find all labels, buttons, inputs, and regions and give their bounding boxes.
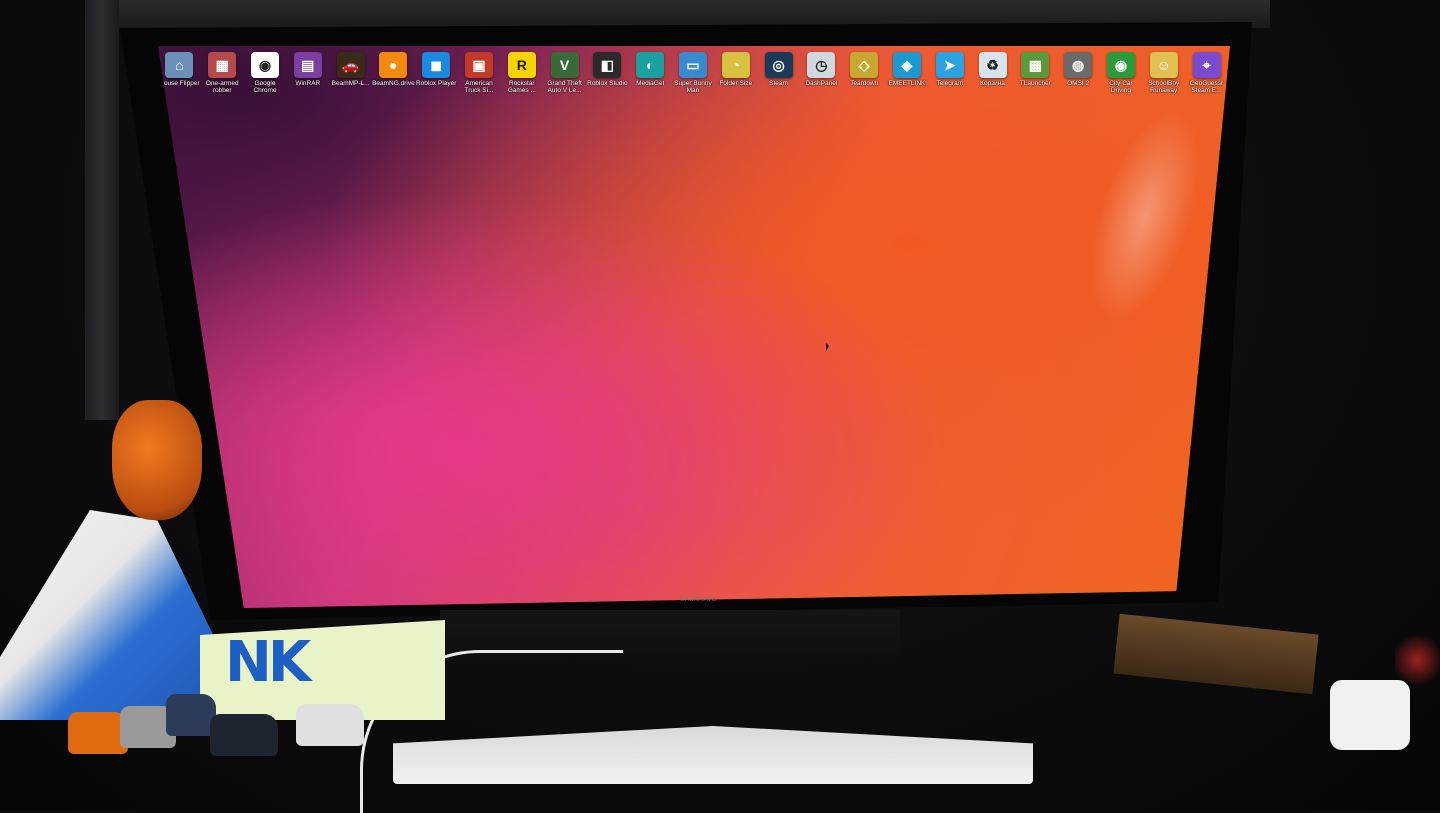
desktop-shortcut-label: Super Bunny Man <box>674 80 712 94</box>
desktop-shortcut-label: Rockstar Games ... <box>507 80 536 94</box>
mediaget-icon: ◐ <box>636 52 665 78</box>
geoguessr-icon: ⌖ <box>1192 52 1221 78</box>
desktop-shortcut-label: City Car Driving <box>1109 80 1133 94</box>
telegram-icon: ➤ <box>935 52 964 78</box>
super-bunny-man-icon: ▭ <box>678 52 707 78</box>
red-light <box>1395 630 1440 690</box>
one-armed-robber-icon: ▦ <box>208 52 237 78</box>
desktop-shortcut-label: Steam <box>769 80 788 87</box>
toy-car-navy <box>166 694 216 736</box>
desktop-shortcut-label: One-armed robber <box>205 80 239 94</box>
beamng-icon: ● <box>379 52 408 78</box>
desktop-shortcut-label: BeamMP-L... <box>331 80 370 87</box>
winrar-icon: ▤ <box>293 52 322 78</box>
desktop-shortcut[interactable]: ● BeamNG.drive <box>372 52 415 112</box>
teardown-icon: ◇ <box>850 52 879 78</box>
desktop-shortcut-label: Folder Size <box>719 80 753 87</box>
schoolboy-runaway-icon: ☺ <box>1149 52 1178 78</box>
desktop-shortcut[interactable]: ◍ OMSI 2 <box>1057 52 1100 112</box>
desktop-shortcut[interactable]: ▩ TLauncher <box>1014 52 1057 112</box>
toy-car-black <box>210 714 278 756</box>
desktop-shortcut[interactable]: ◧ Roblox Studio <box>586 52 629 112</box>
gta5-icon: V <box>550 52 579 78</box>
desktop-shortcut-label: Teardown <box>850 80 879 87</box>
desktop-screen[interactable]: ⌂ House Flipper ▦ One-armed robber ◉ Google C… <box>158 46 1230 608</box>
chrome-icon: ◉ <box>250 52 279 78</box>
desktop-shortcut[interactable]: R Rockstar Games ... <box>500 52 543 112</box>
desktop-shortcut-label: Telegram <box>936 80 964 87</box>
desktop-shortcut-label: Roblox Player <box>415 80 457 87</box>
screen-glare <box>1068 97 1222 335</box>
desktop-shortcut-label: MediaGet <box>636 80 665 87</box>
house-flipper-icon: ⌂ <box>165 52 194 78</box>
desktop-shortcut-label: American Truck Si... <box>464 80 494 94</box>
emeetlink-icon: ◈ <box>892 52 921 78</box>
desktop-icon-row: ⌂ House Flipper ▦ One-armed robber ◉ Google C… <box>158 52 1230 112</box>
desktop-shortcut[interactable]: ▤ WinRAR <box>286 52 329 112</box>
desktop-shortcut[interactable]: ◈ EMEETLINK <box>886 52 929 112</box>
desktop-shortcut[interactable]: ◔ Folder Size <box>714 52 757 112</box>
desktop-shortcut[interactable]: ♻ Корзина <box>971 52 1014 112</box>
desktop-shortcut[interactable]: ◐ MediaGet <box>629 52 672 112</box>
toy-car-orange <box>68 712 128 754</box>
monitor-brand-label: SAMSUNG <box>680 597 718 603</box>
desktop-shortcut-label: SchoolBoy Runaway <box>1148 80 1180 94</box>
dashpanel-icon: ◷ <box>807 52 836 78</box>
folder-size-icon: ◔ <box>721 52 750 78</box>
desktop-shortcut[interactable]: ▦ One-armed robber <box>201 52 244 112</box>
desktop-shortcut-label: OMSI 2 <box>1067 80 1090 87</box>
desktop-shortcut[interactable]: ◇ Teardown <box>843 52 886 112</box>
ats-icon: ▣ <box>464 52 493 78</box>
lego-basketball-model <box>112 400 202 520</box>
desktop-shortcut[interactable]: ◷ DashPanel <box>800 52 843 112</box>
lego-letters: NK <box>225 630 311 695</box>
desktop-shortcut[interactable]: ▣ American Truck Si... <box>458 52 501 112</box>
desktop-shortcut[interactable]: ➤ Telegram <box>928 52 971 112</box>
desktop-shortcut-label: House Flipper <box>159 80 200 87</box>
rockstar-icon: R <box>507 52 536 78</box>
desktop-shortcut-label: TLauncher <box>1019 80 1051 87</box>
desktop-shortcut[interactable]: V Grand Theft Auto V Le... <box>543 52 586 112</box>
desktop-shortcut-label: EMEETLINK <box>888 80 926 87</box>
desktop-shortcut[interactable]: ◎ Steam <box>757 52 800 112</box>
steam-icon: ◎ <box>764 52 793 78</box>
desktop-shortcut[interactable]: 🚗 BeamMP-L... <box>329 52 372 112</box>
desktop-shortcut[interactable]: ▭ Super Bunny Man <box>672 52 715 112</box>
wall-pipe <box>85 0 119 420</box>
desktop-shortcut-label: DashPanel <box>805 80 838 87</box>
city-car-driving-icon: ◉ <box>1106 52 1135 78</box>
desktop-shortcut-label: BeamNG.drive <box>372 80 415 87</box>
desktop-shortcut-label: Корзина <box>980 80 1005 87</box>
mouse-cursor-icon <box>826 343 829 351</box>
desktop-shortcut[interactable]: ◼ Roblox Player <box>415 52 458 112</box>
desktop-shortcut[interactable]: ◉ Google Chrome <box>244 52 287 112</box>
tlauncher-icon: ▩ <box>1021 52 1050 78</box>
roblox-studio-icon: ◧ <box>593 52 622 78</box>
recycle-bin-icon: ♻ <box>978 52 1007 78</box>
desktop-shortcut-label: Google Chrome <box>253 80 277 94</box>
desktop-shortcut-label: Roblox Studio <box>587 80 628 87</box>
roblox-player-icon: ◼ <box>422 52 451 78</box>
white-toy-figure <box>1330 680 1410 750</box>
desktop-shortcut[interactable]: ⌖ GeoGuessr Steam E... <box>1185 52 1228 112</box>
beammp-icon: 🚗 <box>336 52 365 78</box>
toy-car-white <box>296 704 364 746</box>
omsi2-icon: ◍ <box>1064 52 1093 78</box>
desktop-shortcut-label: GeoGuessr Steam E... <box>1189 80 1224 94</box>
desktop-shortcut-label: Grand Theft Auto V Le... <box>547 80 582 94</box>
desktop-shortcut-label: WinRAR <box>295 80 321 87</box>
